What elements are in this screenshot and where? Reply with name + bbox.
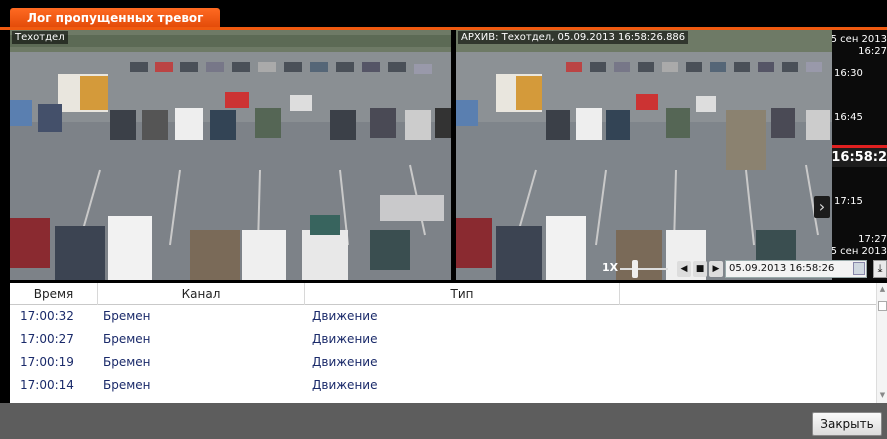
right-pane-label: АРХИВ: Техотдел, 05.09.2013 16:58:26.886 [458,31,689,44]
table-scrollbar[interactable]: ▲ ▼ [876,283,887,403]
cell-channel: Бремен [103,332,151,346]
stop-icon[interactable]: ■ [693,261,707,277]
timeline-start-time: 16:27 [858,46,887,57]
tab-bar: Лог пропущенных тревог [0,0,887,28]
live-video-pane[interactable]: Техотдел [10,30,451,280]
table-row[interactable]: 17:00:27 Бремен Движение [10,328,876,351]
timeline-end-date: 05 сен 2013 [832,246,887,257]
scrollbar-thumb[interactable] [878,301,887,311]
table-header: Время Канал Тип [10,283,876,305]
cell-time: 17:00:27 [20,332,74,346]
column-header-time[interactable]: Время [10,283,98,305]
alarm-table: Время Канал Тип 17:00:32 Бремен Движение… [10,283,887,403]
timeline-end-time: 17:27 [858,234,887,245]
archive-video-pane[interactable]: АРХИВ: Техотдел, 05.09.2013 16:58:26.886 [456,30,832,280]
cell-time: 17:00:14 [20,378,74,392]
timeline-mark: 16:45 [834,112,863,123]
cell-type: Движение [312,309,378,323]
timeline-current-time: 16:58:2 [832,148,887,167]
cell-type: Движение [312,355,378,369]
cell-channel: Бремен [103,309,151,323]
archive-timeline[interactable]: 05 сен 2013 16:27 16:30 16:45 16:58:2 17… [832,30,887,280]
timeline-start-date: 05 сен 2013 [832,34,887,45]
playback-speed-label: 1X [602,261,619,274]
close-button[interactable]: Закрыть [812,412,882,436]
parking-lot-scene-live [10,30,451,280]
timeline-end-label: 17:27 05 сен 2013 [832,234,887,258]
speed-slider-track[interactable] [620,268,668,270]
timeline-expand-icon[interactable]: › [814,196,830,218]
table-row[interactable]: 17:00:14 Бремен Движение [10,374,876,397]
play-forward-icon[interactable]: ▶ [709,261,723,277]
timeline-mark: 17:15 [834,196,863,207]
speed-slider-handle[interactable] [632,260,638,278]
column-header-type[interactable]: Тип [305,283,620,305]
export-icon[interactable]: ⤓ [873,260,887,278]
table-row[interactable]: 17:00:19 Бремен Движение [10,351,876,374]
scroll-down-icon[interactable]: ▼ [878,391,887,399]
playback-controls: 1X ◀ ■ ▶ 05.09.2013 16:58:26 ⤓ [456,258,887,280]
alarm-log-window: Лог пропущенных тревог Техотдел АРХИВ: Т… [0,0,887,439]
cell-time: 17:00:32 [20,309,74,323]
tab-missed-alarms-log[interactable]: Лог пропущенных тревог [10,8,221,28]
column-header-channel[interactable]: Канал [98,283,305,305]
cell-type: Движение [312,332,378,346]
scroll-up-icon[interactable]: ▲ [878,285,887,293]
table-body: 17:00:32 Бремен Движение 17:00:27 Бремен… [10,305,876,397]
timeline-mark: 16:30 [834,68,863,79]
column-header-empty [620,283,876,305]
timeline-start-label: 05 сен 2013 16:27 [832,34,887,58]
cell-time: 17:00:19 [20,355,74,369]
cell-channel: Бремен [103,355,151,369]
archive-datetime-field[interactable]: 05.09.2013 16:58:26 [725,260,867,278]
left-pane-label: Техотдел [12,31,68,44]
footer-bar: Закрыть [0,403,887,439]
cell-channel: Бремен [103,378,151,392]
cell-type: Движение [312,378,378,392]
table-row[interactable]: 17:00:32 Бремен Движение [10,305,876,328]
parking-lot-scene-archive [456,30,832,280]
calendar-icon[interactable] [853,262,865,275]
play-backward-icon[interactable]: ◀ [677,261,691,277]
